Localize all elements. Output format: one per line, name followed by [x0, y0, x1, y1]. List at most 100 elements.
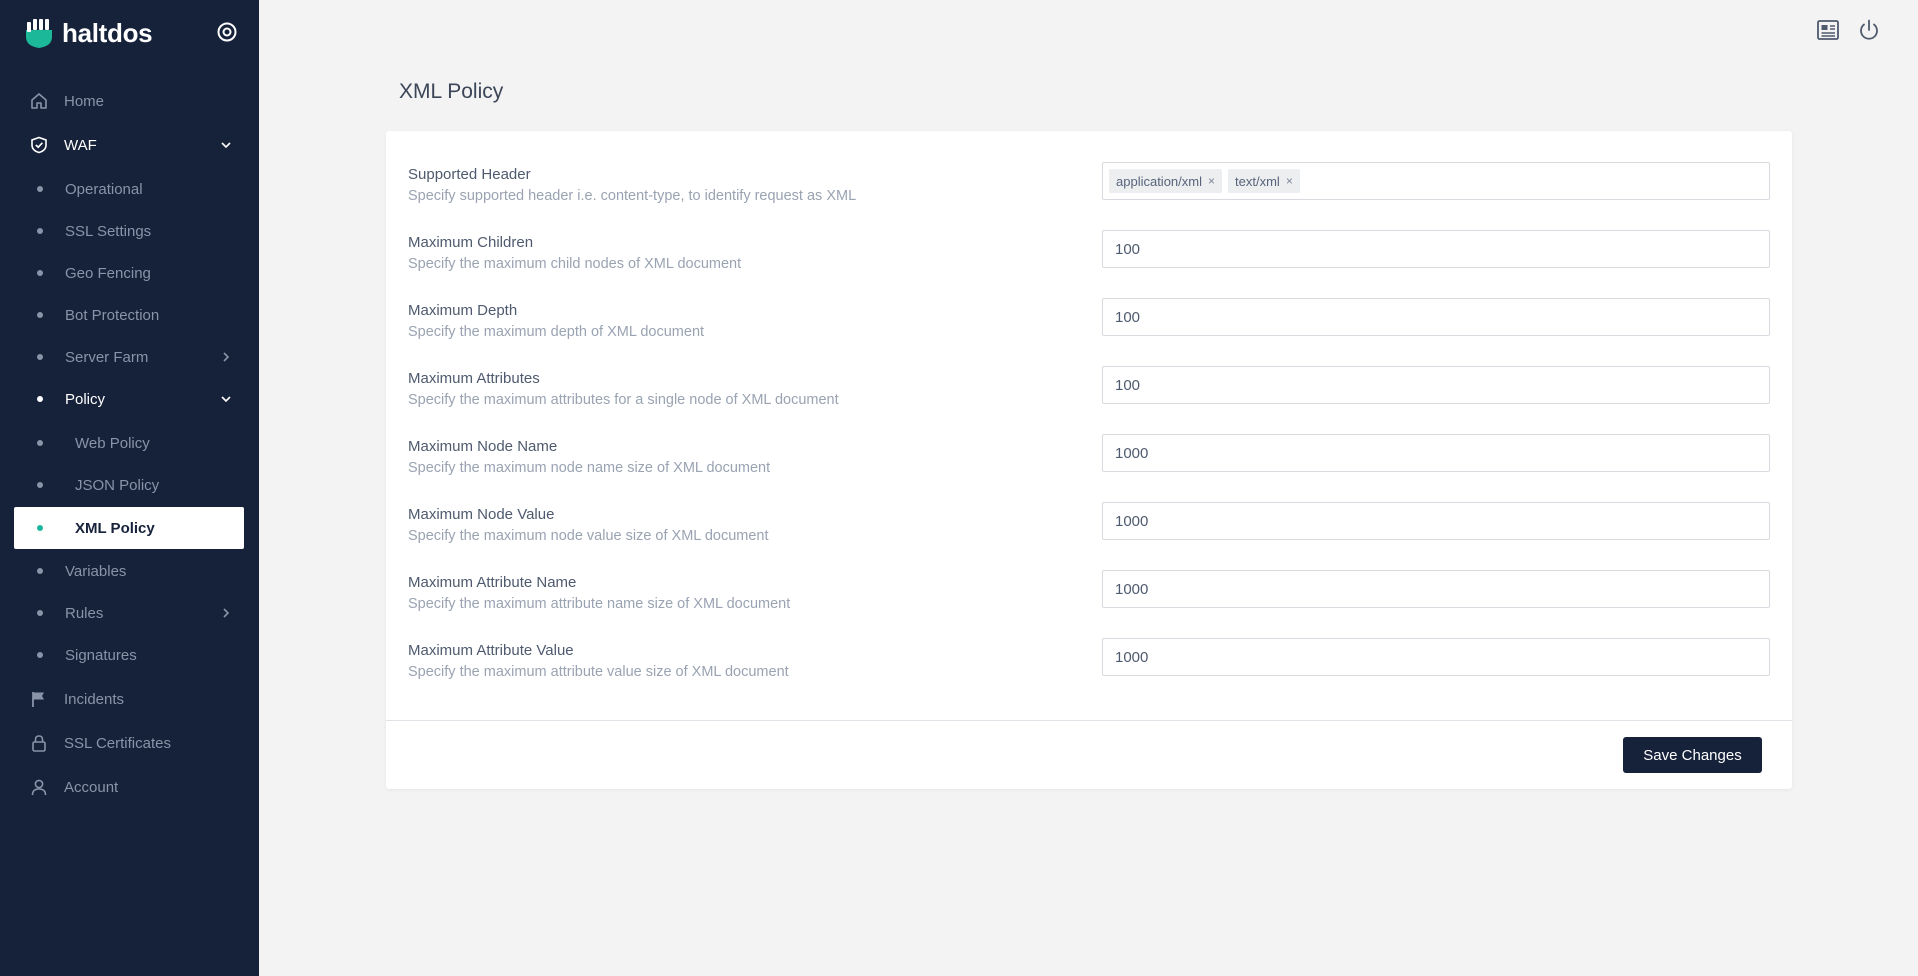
bullet-icon — [37, 186, 43, 192]
sidebar-item-xml-policy[interactable]: XML Policy — [14, 507, 244, 549]
sidebar-item-incidents[interactable]: Incidents — [14, 678, 244, 720]
sidebar-item-json-policy[interactable]: JSON Policy — [14, 464, 244, 506]
sidebar-item-account[interactable]: Account — [14, 766, 244, 808]
sidebar-item-ssl-settings[interactable]: SSL Settings — [14, 210, 244, 252]
field-description: Specify the maximum node value size of X… — [408, 528, 769, 544]
home-icon — [30, 92, 48, 110]
maximum-attributes-input[interactable]: 100 — [1102, 366, 1770, 404]
bullet-icon — [37, 396, 43, 402]
field-label: Maximum Node Value — [408, 506, 555, 523]
sidebar-item-label: Policy — [65, 390, 106, 408]
sidebar-item-label: SSL Certificates — [64, 734, 171, 752]
bullet-icon — [37, 312, 43, 318]
field-description: Specify supported header i.e. content-ty… — [408, 188, 857, 204]
sidebar-item-signatures[interactable]: Signatures — [14, 634, 244, 676]
brand[interactable]: haltdos — [24, 16, 153, 50]
sidebar-item-rules[interactable]: Rules — [14, 592, 244, 634]
chevron-down-icon — [221, 142, 231, 149]
field-description: Specify the maximum attribute value size… — [408, 664, 789, 680]
sidebar-item-label: Bot Protection — [65, 306, 160, 324]
sidebar-item-label: Server Farm — [65, 348, 149, 366]
sidebar-item-label: Operational — [65, 180, 143, 198]
maximum-node-name-input[interactable]: 1000 — [1102, 434, 1770, 472]
sidebar-item-server-farm[interactable]: Server Farm — [14, 336, 244, 378]
field-label: Maximum Children — [408, 234, 534, 251]
maximum-node-value-input[interactable]: 1000 — [1102, 502, 1770, 540]
bullet-icon — [37, 482, 43, 488]
field-description: Specify the maximum child nodes of XML d… — [408, 256, 742, 272]
maximum-attribute-name-input[interactable]: 1000 — [1102, 570, 1770, 608]
sidebar-item-label: Home — [64, 92, 105, 110]
supported-header-tag-input[interactable]: application/xml × text/xml × — [1102, 162, 1770, 200]
form-row-maximum-attribute-name: Maximum Attribute Name Specify the maxim… — [408, 564, 1770, 624]
bullet-icon — [37, 354, 43, 360]
sidebar-item-label: WAF — [64, 136, 97, 154]
sidebar-item-label: JSON Policy — [75, 476, 160, 494]
sidebar-item-bot-protection[interactable]: Bot Protection — [14, 294, 244, 336]
chevron-down-icon — [221, 396, 231, 403]
sidebar-item-policy[interactable]: Policy — [14, 378, 244, 420]
sidebar-item-variables[interactable]: Variables — [14, 550, 244, 592]
user-icon — [30, 778, 48, 796]
sidebar-item-label: Web Policy — [75, 434, 150, 452]
field-description: Specify the maximum attributes for a sin… — [408, 392, 839, 408]
bullet-icon — [37, 610, 43, 616]
form-row-maximum-attributes: Maximum Attributes Specify the maximum a… — [408, 360, 1770, 420]
sidebar-item-ssl-certificates[interactable]: SSL Certificates — [14, 722, 244, 764]
sidebar-item-operational[interactable]: Operational — [14, 168, 244, 210]
sidebar-item-home[interactable]: Home — [14, 80, 244, 122]
bullet-icon — [37, 270, 43, 276]
tag-chip: text/xml × — [1228, 169, 1300, 193]
form-row-maximum-node-value: Maximum Node Value Specify the maximum n… — [408, 496, 1770, 556]
form-row-maximum-node-name: Maximum Node Name Specify the maximum no… — [408, 428, 1770, 488]
sidebar-item-label: Account — [64, 778, 119, 796]
remove-tag-icon[interactable]: × — [1208, 174, 1215, 188]
field-label: Maximum Attribute Value — [408, 642, 574, 659]
lock-icon — [30, 734, 48, 752]
sidebar-item-waf[interactable]: WAF — [14, 124, 244, 166]
field-description: Specify the maximum attribute name size … — [408, 596, 791, 612]
sidebar-item-label: Variables — [65, 562, 127, 580]
form-row-supported-header: Supported Header Specify supported heade… — [408, 156, 1770, 216]
sidebar: haltdos Home WAF Operational SSL Setting… — [0, 0, 259, 976]
remove-tag-icon[interactable]: × — [1286, 174, 1293, 188]
field-label: Supported Header — [408, 166, 531, 183]
sidebar-item-geo-fencing[interactable]: Geo Fencing — [14, 252, 244, 294]
xml-policy-form: Supported Header Specify supported heade… — [386, 131, 1792, 789]
sidebar-item-label: XML Policy — [75, 519, 155, 537]
haltdos-logo-icon — [26, 19, 52, 48]
sidebar-item-label: Incidents — [64, 690, 125, 708]
card-divider — [386, 720, 1792, 721]
target-icon[interactable] — [216, 21, 238, 43]
sidebar-item-label: SSL Settings — [65, 222, 152, 240]
maximum-depth-input[interactable]: 100 — [1102, 298, 1770, 336]
field-label: Maximum Attributes — [408, 370, 540, 387]
sidebar-item-label: Rules — [65, 604, 104, 622]
flag-icon — [30, 690, 48, 708]
form-row-maximum-children: Maximum Children Specify the maximum chi… — [408, 224, 1770, 284]
maximum-children-input[interactable]: 100 — [1102, 230, 1770, 268]
save-changes-button[interactable]: Save Changes — [1623, 737, 1762, 773]
sidebar-item-web-policy[interactable]: Web Policy — [14, 422, 244, 464]
chevron-right-icon — [223, 608, 230, 618]
sidebar-item-label: Signatures — [65, 646, 137, 664]
sidebar-item-label: Geo Fencing — [65, 264, 151, 282]
form-row-maximum-depth: Maximum Depth Specify the maximum depth … — [408, 292, 1770, 352]
bullet-icon — [37, 440, 43, 446]
brand-name: haltdos — [62, 17, 153, 48]
chevron-right-icon — [223, 352, 230, 362]
shield-check-icon — [30, 136, 48, 154]
bullet-icon — [37, 525, 43, 531]
news-icon[interactable] — [1816, 18, 1840, 42]
field-description: Specify the maximum depth of XML documen… — [408, 324, 705, 340]
form-row-maximum-attribute-value: Maximum Attribute Value Specify the maxi… — [408, 632, 1770, 692]
bullet-icon — [37, 652, 43, 658]
tag-label: application/xml — [1116, 173, 1202, 189]
maximum-attribute-value-input[interactable]: 1000 — [1102, 638, 1770, 676]
power-icon[interactable] — [1857, 18, 1881, 42]
field-label: Maximum Depth — [408, 302, 518, 319]
field-label: Maximum Node Name — [408, 438, 558, 455]
field-description: Specify the maximum node name size of XM… — [408, 460, 771, 476]
bullet-icon — [37, 228, 43, 234]
field-label: Maximum Attribute Name — [408, 574, 577, 591]
